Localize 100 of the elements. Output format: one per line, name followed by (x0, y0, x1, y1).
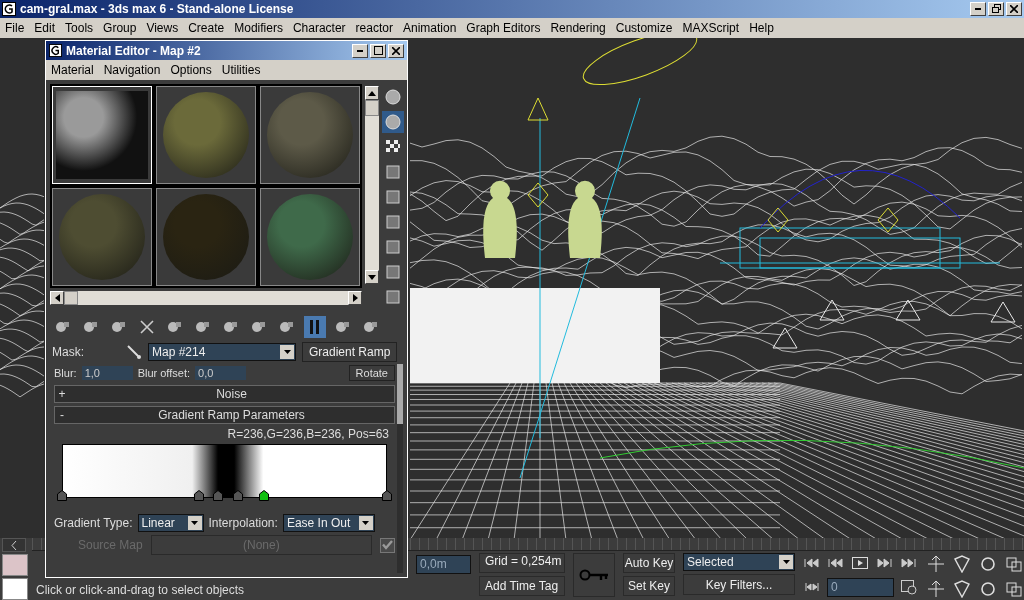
menu-item[interactable]: Options (165, 63, 217, 77)
menu-item[interactable]: Help (744, 20, 779, 35)
menu-item[interactable]: Animation (397, 20, 462, 35)
map-type-button[interactable]: Gradient Ramp (302, 342, 398, 362)
blur-offset-label: Blur offset: (137, 367, 190, 379)
interpolation-label: Interpolation: (208, 516, 278, 530)
terrain-wireframe[interactable] (0, 193, 45, 398)
auto-key-button[interactable]: Auto Key (623, 553, 675, 573)
go-to-start-icon[interactable] (803, 556, 821, 570)
restore-button[interactable] (988, 1, 1004, 16)
menu-item[interactable]: Group (98, 20, 142, 35)
sphere-icon[interactable] (382, 86, 404, 108)
chevron-left-icon (11, 540, 17, 550)
key-filters-button[interactable]: Key Filters... (683, 574, 795, 595)
scroll-thumb[interactable] (365, 100, 379, 116)
color-swatch[interactable] (2, 554, 28, 576)
set-key-mode-button[interactable]: Set Key (623, 576, 675, 596)
statue-figure[interactable] (568, 180, 602, 258)
gradient-type-dropdown[interactable]: Linear (137, 514, 204, 532)
move-icon[interactable] (926, 555, 946, 573)
rotate-button[interactable]: Rotate (348, 365, 395, 381)
add-time-tag-button[interactable]: Add Time Tag (479, 576, 565, 596)
gradient-ramp-preview[interactable] (62, 444, 387, 498)
color-swatch[interactable] (2, 578, 28, 600)
menu-item[interactable]: Graph Editors (461, 20, 546, 35)
vertical-scrollbar[interactable] (365, 86, 379, 284)
menu-item[interactable]: Tools (60, 20, 99, 35)
menu-item[interactable]: Utilities (216, 63, 266, 77)
menu-item[interactable]: Character (287, 20, 351, 35)
menu-item[interactable]: Material (46, 63, 99, 77)
minimize-icon (357, 49, 363, 52)
diamond-gizmo[interactable] (527, 182, 549, 208)
maximize-button[interactable] (370, 43, 386, 58)
coordinate-field[interactable]: 0,0m (416, 555, 471, 574)
pyramid-wireframe[interactable] (772, 327, 798, 349)
rollout-header[interactable]: - Gradient Ramp Parameters (54, 406, 395, 424)
pyramid-wireframe[interactable] (819, 299, 845, 321)
scroll-thumb[interactable] (64, 291, 78, 305)
blur-offset-spinner[interactable]: 0,0 (195, 366, 246, 380)
menu-item[interactable]: Views (141, 20, 184, 35)
menu-item[interactable]: Edit (29, 20, 61, 35)
windows-icon[interactable] (1004, 555, 1024, 573)
go-to-end-icon[interactable] (899, 556, 917, 570)
box-wireframe[interactable] (719, 227, 1001, 269)
menu-item[interactable]: Modifiers (229, 20, 288, 35)
gradient-flag[interactable] (193, 490, 204, 501)
play-icon[interactable] (851, 556, 869, 570)
window-title: cam-gral.max - 3ds max 6 - Stand-alone License (20, 1, 295, 16)
diamond-gizmo[interactable] (767, 207, 789, 233)
arc-path[interactable] (759, 169, 961, 229)
previous-frame-icon[interactable] (827, 556, 845, 570)
menu-item[interactable]: Rendering (545, 20, 611, 35)
key-mode-icon[interactable] (803, 580, 821, 594)
next-frame-icon[interactable] (875, 556, 893, 570)
diamond-gizmo[interactable] (877, 207, 899, 233)
pyramid-wireframe[interactable] (895, 299, 921, 321)
eyedropper-icon[interactable] (126, 344, 142, 360)
cone-gizmo[interactable] (527, 97, 549, 121)
menu-item[interactable]: Create (183, 20, 230, 35)
rollout-header[interactable]: + Noise (54, 385, 395, 403)
gradient-type-label: Gradient Type: (54, 516, 133, 530)
menu-item[interactable]: File (0, 20, 30, 35)
close-icon (1010, 4, 1018, 13)
minimize-button[interactable] (970, 1, 986, 16)
pyramid-wireframe[interactable] (990, 301, 1016, 323)
menu-item[interactable]: reactor (350, 20, 398, 35)
floor-grid[interactable] (409, 382, 1024, 538)
interpolation-dropdown[interactable]: Ease In Out (282, 514, 375, 532)
horizontal-scrollbar[interactable] (50, 291, 362, 305)
close-icon (392, 46, 400, 55)
ellipse-path[interactable] (582, 37, 698, 85)
arrow-down-icon (368, 274, 376, 280)
gradient-flag[interactable] (382, 490, 392, 501)
map-name-dropdown[interactable]: Map #214 (148, 343, 296, 361)
grid-readout: Grid = 0,254m (479, 553, 565, 573)
arrow-right-icon (352, 294, 358, 302)
time-configuration-icon[interactable] (900, 579, 918, 595)
caret-icon (191, 521, 198, 525)
key-icon (579, 569, 609, 581)
mask-label: Mask: (52, 345, 85, 359)
close-button[interactable] (1006, 1, 1022, 16)
menu-item[interactable]: Customize (610, 20, 678, 35)
restore-icon (991, 4, 1001, 14)
spline-path[interactable] (599, 439, 1024, 469)
color-readout: R=236,G=236,B=236, Pos=63 (226, 427, 390, 441)
menu-item[interactable]: MAXScript (677, 20, 745, 35)
light-ray[interactable] (519, 97, 641, 479)
gradient-flag[interactable] (258, 490, 269, 501)
app-logo-icon (2, 1, 16, 16)
minimize-button[interactable] (352, 43, 368, 58)
blur-spinner[interactable]: 1,0 (81, 366, 133, 380)
collapse-button[interactable] (2, 538, 26, 552)
gradient-flag[interactable] (57, 490, 67, 501)
scroll-thumb[interactable] (397, 364, 403, 424)
frame-field[interactable]: 0 (827, 577, 894, 597)
vertical-scrollbar[interactable] (397, 364, 403, 573)
close-button[interactable] (388, 43, 404, 58)
key-mode-dropdown[interactable]: Selected (683, 553, 795, 571)
statue-figure[interactable] (483, 180, 517, 258)
menu-item[interactable]: Navigation (98, 63, 166, 77)
